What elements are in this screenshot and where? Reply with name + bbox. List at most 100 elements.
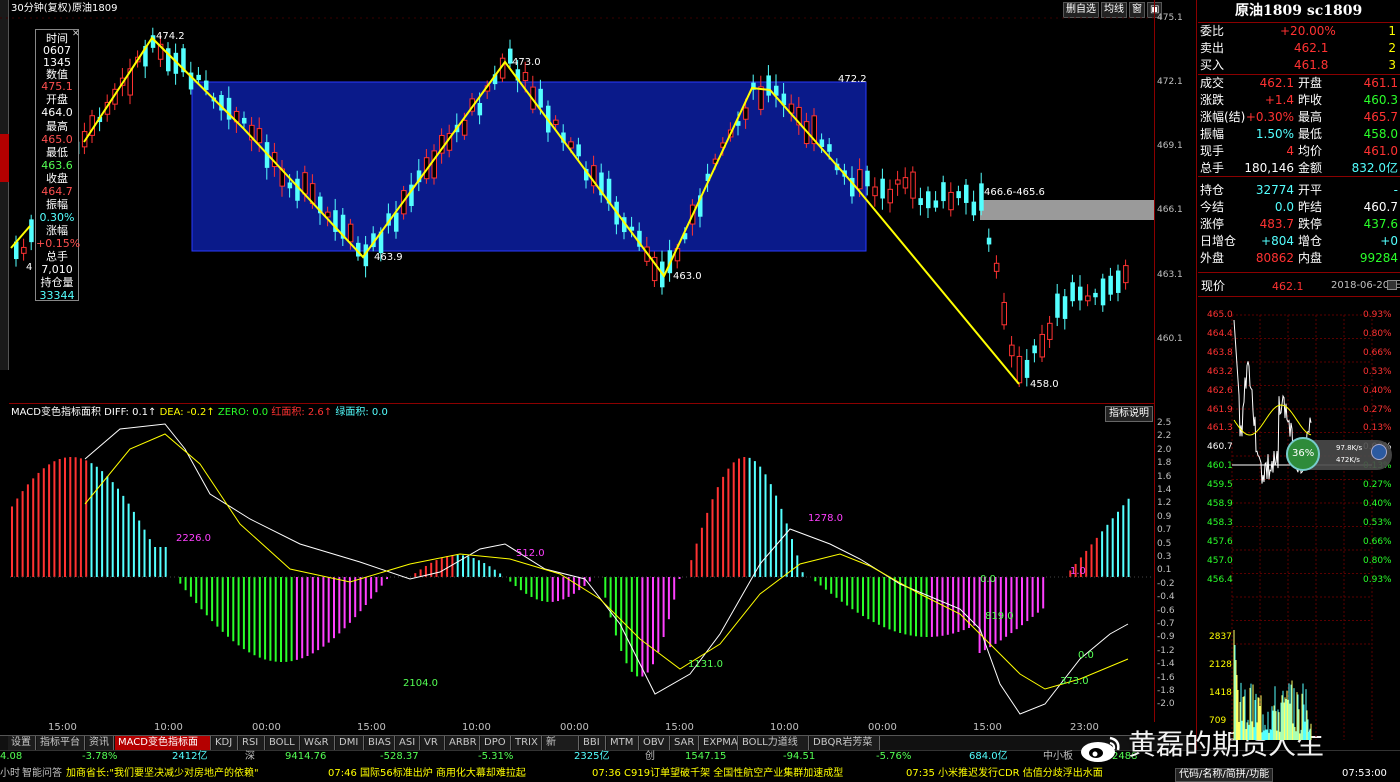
quote-label: 涨幅(结) <box>1200 110 1246 124</box>
macd-axis-tick: 1.8 <box>1157 458 1172 469</box>
quote-label: 总手 <box>1200 161 1225 175</box>
quote-row-bid: 买入 461.8 3 <box>1198 57 1400 74</box>
candle-body <box>1024 359 1030 378</box>
quote-label: 外盘 <box>1200 251 1225 265</box>
macd-axis-tick: -1.6 <box>1157 672 1175 683</box>
candle-body <box>576 144 581 157</box>
quote-value: 99284 <box>1359 251 1398 265</box>
candle-body <box>865 170 870 187</box>
trough-label-1: 463.9 <box>374 252 403 263</box>
intraday-pct-tick: 0.93% <box>1363 310 1392 320</box>
intraday-pct-tick: 0.93% <box>1363 574 1392 585</box>
quote-panel-icon[interactable] <box>1387 280 1397 290</box>
macd-axis-tick: 0.5 <box>1157 538 1172 549</box>
ticker-news[interactable]: 加商省长:"我们要坚决减少对房地产的依赖" <box>66 769 259 779</box>
macd-area-label: 0.0 <box>980 574 996 585</box>
intraday-price-tick: 465.0 <box>1207 310 1233 320</box>
candle-body <box>956 191 961 199</box>
tab-indicator[interactable]: 指标平台 <box>37 736 85 750</box>
quote-grid-row: 涨跌 +1.4 昨收 460.3 <box>1198 92 1400 109</box>
consolidation-box <box>191 81 867 252</box>
candle-body <box>394 212 399 232</box>
candle-body <box>1032 345 1037 354</box>
clock: 07:53:00 <box>1342 768 1387 779</box>
index-value-cy: 1547.15 <box>685 751 727 762</box>
candle-body <box>872 186 878 197</box>
macd-axis-tick: 0.1 <box>1157 565 1172 576</box>
ticker-tag[interactable]: 小时 <box>0 769 20 779</box>
price-axis-tick: 469.1 <box>1157 141 1183 151</box>
quote-label: 内盘 <box>1298 251 1323 265</box>
tab-indicator[interactable]: SAR <box>671 736 699 750</box>
tab-indicator[interactable]: ARBR <box>446 736 480 750</box>
ticker-qa[interactable]: 智能问答 <box>22 769 62 779</box>
peak-label-2: 473.0 <box>512 57 541 68</box>
candle-body <box>287 182 293 189</box>
macd-axis-tick: 1.6 <box>1157 471 1172 482</box>
tab-indicator[interactable]: BIAS <box>365 736 395 750</box>
ticker-news[interactable]: 07:35 小米推迟发行CDR 估值分歧浮出水面 <box>906 769 1103 779</box>
quote-label: 金额 <box>1298 161 1323 175</box>
tab-indicator[interactable]: BBI <box>580 736 606 750</box>
tab-indicator[interactable]: ASI <box>396 736 420 750</box>
quote-value: 832.0亿 <box>1351 161 1398 175</box>
quote-value: 0.0 <box>1274 200 1294 214</box>
quote-value: 80862 <box>1255 251 1294 265</box>
quote-grid-row: 涨幅(结) +0.30% 最高 465.7 <box>1198 109 1400 126</box>
tab-indicator[interactable]: 设置 <box>8 736 36 750</box>
quote-value: - <box>1393 183 1398 197</box>
command-input[interactable]: 代码/名称/简拼/功能 <box>1175 768 1274 782</box>
quote-label: 日增仓 <box>1200 234 1237 248</box>
index-row: 4.08 -3.78% 2412亿 深 9414.76 -528.37 -5.3… <box>0 752 1196 764</box>
candle-body <box>1085 295 1091 302</box>
candle-body <box>242 117 247 124</box>
tab-indicator[interactable]: RSI <box>239 736 265 750</box>
ticker-news[interactable]: 07:36 C919订单望破千架 全国性航空产业集群加速成型 <box>592 769 843 779</box>
tab-indicator[interactable]: 新DMA <box>543 736 579 750</box>
tab-indicator[interactable]: KDJ <box>212 736 238 750</box>
quote-value: 461.1 <box>1363 76 1398 90</box>
tab-indicator[interactable]: OBV <box>640 736 670 750</box>
quote-value: 458.0 <box>1363 127 1398 141</box>
hover-value-oi: 33344 <box>39 289 75 302</box>
tab-indicator[interactable]: W&R <box>301 736 335 750</box>
macd-axis-tick: 1.4 <box>1157 485 1172 495</box>
network-icon[interactable] <box>1371 444 1387 460</box>
index-change: -3.78% <box>82 751 118 762</box>
quote-grid-row: 持仓 32774 开平 - <box>1198 182 1400 199</box>
macd-axis-tick: -0.9 <box>1157 632 1175 643</box>
speed-badge-up: 97.8K/s <box>1336 444 1363 452</box>
count: 1 <box>1388 24 1396 38</box>
macd-axis-tick: -0.4 <box>1157 592 1175 603</box>
tab-indicator[interactable]: BOLL力道线郑元挑 <box>739 736 809 750</box>
candle-body <box>431 150 437 179</box>
ticker-news[interactable]: 07:46 国际56标准出炉 商用化大幕却难拉起 <box>328 769 526 779</box>
quote-label: 昨收 <box>1298 93 1323 107</box>
price-axis-tick: 463.1 <box>1157 270 1183 280</box>
candle-body <box>964 184 969 203</box>
intraday-volume-tick: 709 <box>1209 716 1227 726</box>
tab-indicator[interactable]: DBQR岩芳菜 <box>810 736 880 750</box>
candle-body <box>1039 333 1045 358</box>
hover-label-open: 开盘 <box>46 93 68 106</box>
intraday-price-tick: 460.7 <box>1207 442 1233 453</box>
intraday-pct-tick: 0.53% <box>1363 366 1392 377</box>
candle-body <box>827 144 832 152</box>
tab-indicator[interactable]: DPO <box>481 736 511 750</box>
tab-indicator[interactable]: DMI <box>336 736 364 750</box>
intraday-pct-tick: 0.27% <box>1363 404 1392 415</box>
candle-body <box>196 74 201 81</box>
tab-indicator[interactable]: VR <box>421 736 445 750</box>
quote-label: 均价 <box>1298 144 1323 158</box>
time-label: 00:00 <box>560 722 589 733</box>
tab-indicator[interactable]: MTM <box>607 736 639 750</box>
tab-indicator[interactable]: BOLL <box>266 736 300 750</box>
tab-indicator[interactable]: TRIX <box>512 736 542 750</box>
tab-indicator[interactable]: 资讯 <box>86 736 114 750</box>
tab-macd[interactable]: MACD变色指标面积 <box>115 736 211 750</box>
intraday-pct-tick: 0.13% <box>1363 423 1392 434</box>
intraday-chart[interactable] <box>1231 310 1373 750</box>
price-chart[interactable] <box>0 0 1155 404</box>
intraday-price-tick: 463.8 <box>1207 347 1233 358</box>
tab-indicator[interactable]: EXPMA <box>700 736 738 750</box>
